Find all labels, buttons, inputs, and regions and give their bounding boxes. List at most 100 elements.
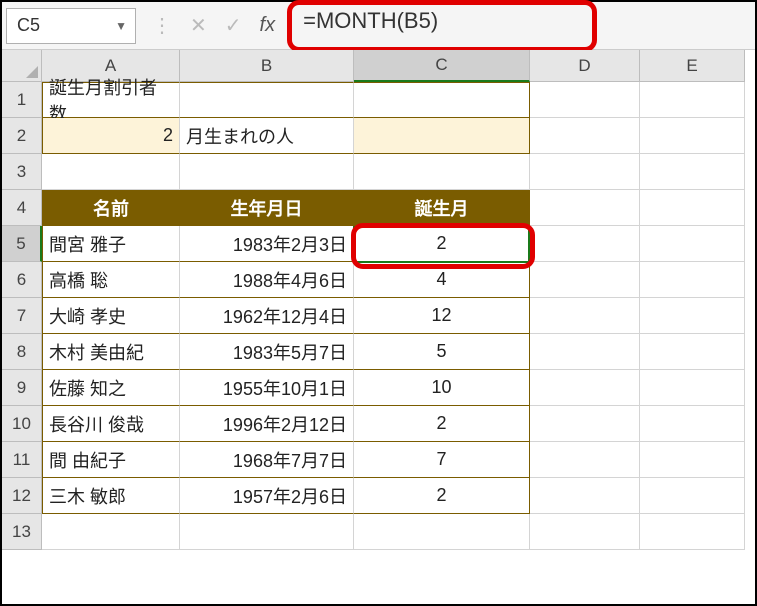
chevron-down-icon[interactable]: ▼ bbox=[115, 19, 127, 33]
cell-C12[interactable]: 2 bbox=[354, 478, 530, 514]
cell-B4[interactable]: 生年月日 bbox=[180, 190, 354, 226]
cell-E6[interactable] bbox=[640, 262, 745, 298]
cell-A9[interactable]: 佐藤 知之 bbox=[42, 370, 180, 406]
row-header-3[interactable]: 3 bbox=[2, 154, 42, 190]
cell-B1[interactable] bbox=[180, 82, 354, 118]
cell-C7[interactable]: 12 bbox=[354, 298, 530, 334]
cell-D13[interactable] bbox=[530, 514, 640, 550]
cell-A11[interactable]: 間 由紀子 bbox=[42, 442, 180, 478]
cell-C2[interactable] bbox=[354, 118, 530, 154]
row-header-10[interactable]: 10 bbox=[2, 406, 42, 442]
row-header-6[interactable]: 6 bbox=[2, 262, 42, 298]
cell-B9[interactable]: 1955年10月1日 bbox=[180, 370, 354, 406]
cell-D4[interactable] bbox=[530, 190, 640, 226]
cell-A8[interactable]: 木村 美由紀 bbox=[42, 334, 180, 370]
cell-C3[interactable] bbox=[354, 154, 530, 190]
formula-bar: C5 ▼ ⋮ ✕ ✓ fx =MONTH(B5) bbox=[2, 2, 755, 50]
cell-A4[interactable]: 名前 bbox=[42, 190, 180, 226]
cell-A1[interactable]: 誕生月割引者数 bbox=[42, 82, 180, 118]
row-header-12[interactable]: 12 bbox=[2, 478, 42, 514]
cell-E3[interactable] bbox=[640, 154, 745, 190]
cell-B3[interactable] bbox=[180, 154, 354, 190]
cell-A7[interactable]: 大崎 孝史 bbox=[42, 298, 180, 334]
cell-B12[interactable]: 1957年2月6日 bbox=[180, 478, 354, 514]
enter-icon[interactable]: ✓ bbox=[225, 13, 242, 38]
col-header-C[interactable]: C bbox=[354, 50, 530, 82]
cell-D3[interactable] bbox=[530, 154, 640, 190]
cell-D10[interactable] bbox=[530, 406, 640, 442]
cell-E5[interactable] bbox=[640, 226, 745, 262]
cancel-icon[interactable]: ✕ bbox=[190, 13, 207, 38]
formula-input[interactable]: =MONTH(B5) bbox=[293, 8, 751, 44]
cell-C9[interactable]: 10 bbox=[354, 370, 530, 406]
cell-E11[interactable] bbox=[640, 442, 745, 478]
cell-D9[interactable] bbox=[530, 370, 640, 406]
cell-E2[interactable] bbox=[640, 118, 745, 154]
spreadsheet-grid[interactable]: A B C D E 1 誕生月割引者数 2 2 月生まれの人 3 4 名前 生年… bbox=[2, 50, 755, 550]
cell-B11[interactable]: 1968年7月7日 bbox=[180, 442, 354, 478]
cell-B2[interactable]: 月生まれの人 bbox=[180, 118, 354, 154]
cell-D12[interactable] bbox=[530, 478, 640, 514]
row-header-2[interactable]: 2 bbox=[2, 118, 42, 154]
cell-A3[interactable] bbox=[42, 154, 180, 190]
cell-A2[interactable]: 2 bbox=[42, 118, 180, 154]
col-header-E[interactable]: E bbox=[640, 50, 745, 82]
row-header-11[interactable]: 11 bbox=[2, 442, 42, 478]
cell-B13[interactable] bbox=[180, 514, 354, 550]
cell-E7[interactable] bbox=[640, 298, 745, 334]
cell-A6[interactable]: 高橋 聡 bbox=[42, 262, 180, 298]
row-header-13[interactable]: 13 bbox=[2, 514, 42, 550]
cell-C5[interactable]: 2 bbox=[354, 226, 530, 262]
cell-A13[interactable] bbox=[42, 514, 180, 550]
cell-E10[interactable] bbox=[640, 406, 745, 442]
cell-C11[interactable]: 7 bbox=[354, 442, 530, 478]
cell-A10[interactable]: 長谷川 俊哉 bbox=[42, 406, 180, 442]
cell-D6[interactable] bbox=[530, 262, 640, 298]
cell-E9[interactable] bbox=[640, 370, 745, 406]
cell-D2[interactable] bbox=[530, 118, 640, 154]
cell-text: 名前 bbox=[93, 195, 129, 221]
cell-text: 誕生月 bbox=[415, 195, 469, 221]
cell-B8[interactable]: 1983年5月7日 bbox=[180, 334, 354, 370]
cell-text: 1962年12月4日 bbox=[223, 303, 347, 329]
cell-D11[interactable] bbox=[530, 442, 640, 478]
col-header-D[interactable]: D bbox=[530, 50, 640, 82]
cell-text: 生年月日 bbox=[231, 195, 303, 221]
cell-E12[interactable] bbox=[640, 478, 745, 514]
cell-A12[interactable]: 三木 敏郎 bbox=[42, 478, 180, 514]
cell-text: 2 bbox=[436, 413, 446, 434]
row-header-9[interactable]: 9 bbox=[2, 370, 42, 406]
cell-D8[interactable] bbox=[530, 334, 640, 370]
row-header-7[interactable]: 7 bbox=[2, 298, 42, 334]
cell-E8[interactable] bbox=[640, 334, 745, 370]
cell-text: 高橋 聡 bbox=[49, 267, 108, 293]
cell-E1[interactable] bbox=[640, 82, 745, 118]
cell-C1[interactable] bbox=[354, 82, 530, 118]
name-box[interactable]: C5 ▼ bbox=[6, 8, 136, 44]
select-all-corner[interactable] bbox=[2, 50, 42, 82]
row-header-1[interactable]: 1 bbox=[2, 82, 42, 118]
cell-C4[interactable]: 誕生月 bbox=[354, 190, 530, 226]
fx-icon[interactable]: fx bbox=[260, 14, 276, 37]
row-header-5[interactable]: 5 bbox=[2, 226, 42, 262]
cell-A5[interactable]: 間宮 雅子 bbox=[42, 226, 180, 262]
cell-B10[interactable]: 1996年2月12日 bbox=[180, 406, 354, 442]
row-header-4[interactable]: 4 bbox=[2, 190, 42, 226]
cell-B5[interactable]: 1983年2月3日 bbox=[180, 226, 354, 262]
cell-B6[interactable]: 1988年4月6日 bbox=[180, 262, 354, 298]
cell-C10[interactable]: 2 bbox=[354, 406, 530, 442]
cell-text: 間宮 雅子 bbox=[49, 231, 126, 257]
cell-C8[interactable]: 5 bbox=[354, 334, 530, 370]
cell-E4[interactable] bbox=[640, 190, 745, 226]
name-box-value: C5 bbox=[17, 15, 40, 36]
cell-B7[interactable]: 1962年12月4日 bbox=[180, 298, 354, 334]
cell-E13[interactable] bbox=[640, 514, 745, 550]
cell-C13[interactable] bbox=[354, 514, 530, 550]
cell-text: 1968年7月7日 bbox=[233, 447, 347, 473]
cell-C6[interactable]: 4 bbox=[354, 262, 530, 298]
cell-D5[interactable] bbox=[530, 226, 640, 262]
col-header-B[interactable]: B bbox=[180, 50, 354, 82]
row-header-8[interactable]: 8 bbox=[2, 334, 42, 370]
cell-D1[interactable] bbox=[530, 82, 640, 118]
cell-D7[interactable] bbox=[530, 298, 640, 334]
